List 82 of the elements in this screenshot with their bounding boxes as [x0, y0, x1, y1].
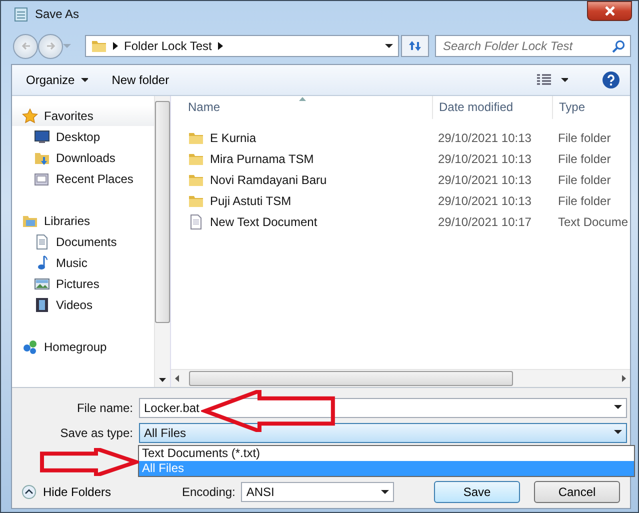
picture-icon [34, 276, 50, 292]
caret-icon [385, 44, 393, 48]
forward-button[interactable] [38, 34, 63, 58]
vertical-scrollbar[interactable] [154, 96, 170, 387]
scroll-right-icon [622, 375, 626, 382]
close-icon [604, 5, 616, 17]
file-name-field[interactable]: Locker.bat [139, 398, 627, 418]
collapse-icon [22, 485, 36, 499]
save-button[interactable]: Save [434, 481, 520, 503]
search-field[interactable]: Search Folder Lock Test [435, 35, 631, 57]
hide-folders-button[interactable]: Hide Folders [22, 485, 182, 499]
file-item[interactable]: New Text Document [171, 211, 432, 232]
caret-icon [381, 490, 390, 494]
table-cell-text: 29/10/2021 10:13 [437, 194, 532, 208]
save-type-dropdown[interactable]: All Files [139, 422, 627, 442]
caret-icon [614, 405, 622, 410]
close-button[interactable] [587, 1, 632, 21]
help-icon [602, 71, 620, 89]
navigation-item[interactable]: Desktop [12, 126, 154, 147]
notepad-icon [13, 6, 29, 22]
table-cell-text: File folder [557, 130, 612, 144]
encoding-dropdown[interactable]: ANSI [241, 482, 394, 502]
scroll-thumb[interactable] [189, 371, 513, 386]
file-item[interactable]: E Kurnia [171, 127, 432, 148]
history-caret-icon [63, 44, 71, 48]
caret-icon [561, 78, 568, 82]
save-type-label: Save as type: [59, 426, 134, 440]
caret-icon [80, 78, 88, 82]
navigation-item[interactable]: Videos [12, 294, 154, 315]
scroll-thumb[interactable] [155, 100, 170, 322]
table-cell-text: Text Docume [557, 214, 630, 228]
table-cell-text: File folder [557, 152, 612, 166]
file-item[interactable]: Puji Astuti TSM [171, 190, 432, 211]
search-icon [612, 40, 625, 52]
forward-arrow-icon [46, 41, 56, 51]
new-folder-button[interactable]: New folder [110, 71, 172, 89]
navigation-item[interactable]: Recent Places [12, 168, 154, 189]
encoding-label: Encoding: [182, 485, 236, 499]
document-icon [34, 234, 50, 250]
text-file-icon [188, 214, 204, 230]
file-name-label: File name: [76, 400, 134, 414]
organize-menu-button[interactable]: Organize [24, 71, 90, 89]
horizontal-scrollbar[interactable] [171, 369, 630, 387]
caret-icon [614, 430, 622, 435]
navigation-item[interactable]: Music [12, 252, 154, 273]
column-header[interactable]: Name [171, 96, 432, 119]
monitor-icon [34, 128, 50, 144]
file-item[interactable]: Mira Purnama TSM [171, 148, 432, 169]
breadcrumb-arrow-icon [218, 42, 223, 50]
homegroup-icon [22, 338, 38, 354]
refresh-button[interactable] [401, 35, 429, 57]
table-cell-text: File folder [557, 172, 612, 186]
folder-icon [91, 38, 107, 54]
column-header[interactable]: Date modified [432, 96, 552, 119]
scroll-down-icon [159, 378, 166, 382]
navigation-item[interactable]: Favorites [12, 105, 154, 126]
list-view-icon [537, 74, 551, 86]
table-cell-text: 29/10/2021 10:17 [437, 214, 532, 228]
help-button[interactable] [602, 71, 620, 89]
back-arrow-icon [20, 41, 30, 51]
dropdown-option[interactable]: Text Documents (*.txt) [139, 446, 634, 461]
navigation-item[interactable]: Documents [12, 231, 154, 252]
window-title: Save As [35, 6, 80, 23]
star-icon [22, 108, 38, 124]
refresh-icon [407, 39, 423, 53]
table-cell-text: 29/10/2021 10:13 [437, 152, 532, 166]
table-cell-text: File folder [557, 194, 612, 208]
scroll-left-icon [175, 375, 179, 382]
breadcrumb-arrow-icon [113, 42, 118, 50]
navigation-item[interactable]: Homegroup [12, 336, 154, 357]
back-button[interactable] [13, 34, 38, 58]
column-header[interactable]: Type [552, 96, 630, 119]
breadcrumb[interactable]: Folder Lock Test [124, 39, 212, 53]
navigation-item[interactable]: Pictures [12, 273, 154, 294]
file-item[interactable]: Novi Ramdayani Baru [171, 169, 432, 190]
address-bar[interactable]: Folder Lock Test [85, 35, 399, 57]
table-cell-text: 29/10/2021 10:13 [437, 130, 532, 144]
film-icon [34, 296, 50, 312]
cancel-button[interactable]: Cancel [534, 481, 620, 503]
navigation-item[interactable]: Libraries [12, 210, 154, 231]
navigation-item[interactable]: Downloads [12, 147, 154, 168]
table-cell-text: 29/10/2021 10:13 [437, 172, 532, 186]
